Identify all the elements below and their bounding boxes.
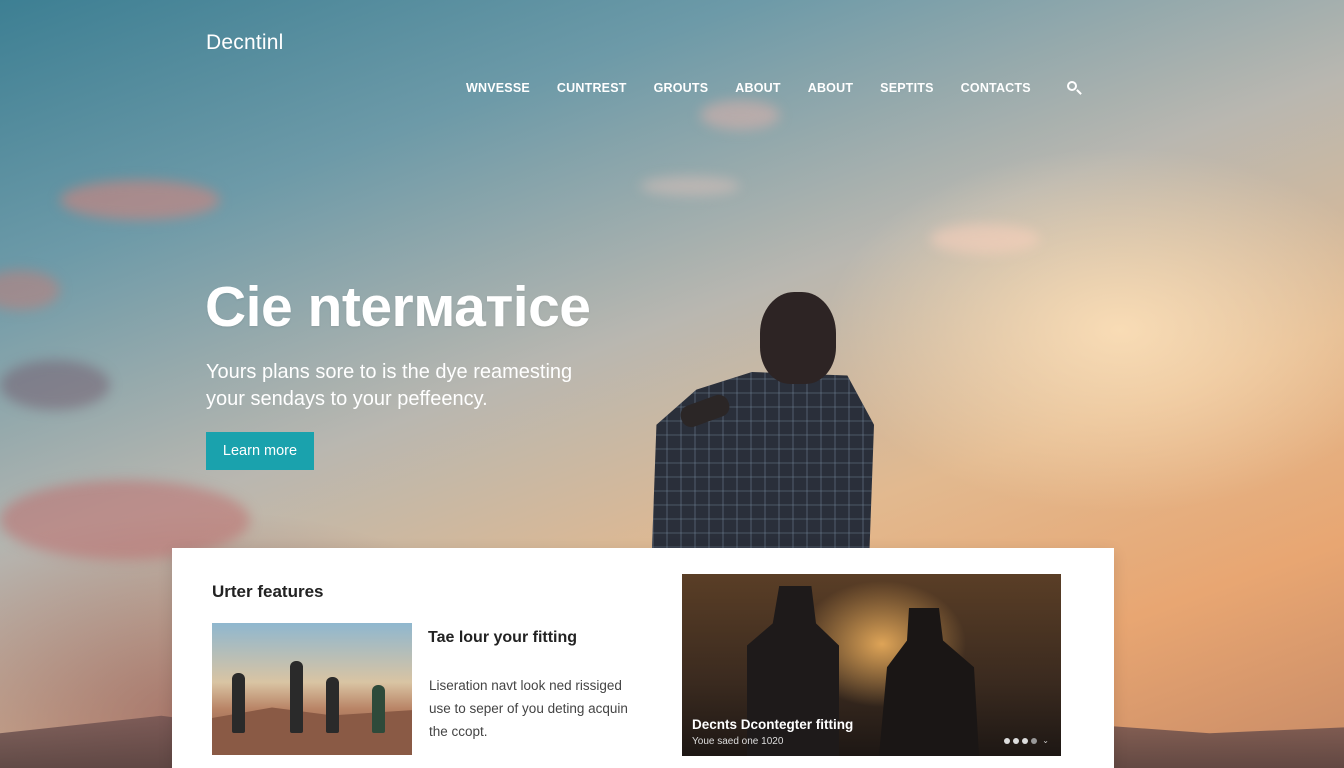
carousel-dots: ⌄ bbox=[1004, 736, 1049, 745]
nav-item-6[interactable]: SEPTITS bbox=[880, 81, 934, 95]
background-cloud bbox=[0, 360, 110, 410]
background-cloud bbox=[930, 224, 1040, 254]
hero-subtitle-line: your sendays to your peffeency. bbox=[206, 388, 488, 410]
nav-item-4[interactable]: ABOUT bbox=[735, 81, 780, 95]
background-cloud bbox=[60, 180, 220, 220]
main-nav: WNVESSE CUNTREST GROUTS ABOUT ABOUT SEPT… bbox=[466, 79, 1082, 97]
background-cloud bbox=[0, 270, 60, 310]
features-panel: Urter features Tae lour your fitting Lis… bbox=[172, 548, 1114, 768]
nav-item-contacts[interactable]: CONTACTS bbox=[961, 81, 1031, 95]
nav-item-2[interactable]: CUNTREST bbox=[557, 81, 627, 95]
featured-subcaption: Youe saed one 1020 bbox=[692, 736, 784, 747]
background-cloud bbox=[640, 176, 740, 196]
featured-image[interactable]: Decnts Dcontegter fitting Youe saed one … bbox=[682, 574, 1061, 756]
card-title[interactable]: Tae lour your fitting bbox=[428, 629, 577, 647]
hero-person-image bbox=[650, 290, 880, 548]
carousel-dot[interactable] bbox=[1004, 737, 1011, 744]
features-heading: Urter features bbox=[212, 582, 324, 601]
carousel-dot[interactable] bbox=[1022, 737, 1029, 744]
brand-logo[interactable]: Decntinl bbox=[206, 31, 283, 55]
hero-subtitle-line: Yours plans sore to is the dye reamestin… bbox=[206, 361, 573, 383]
chevron-down-icon[interactable]: ⌄ bbox=[1042, 736, 1049, 745]
hero-subtitle: Yours plans sore to is the dye reamestin… bbox=[206, 359, 626, 413]
hikers-thumbnail[interactable] bbox=[212, 623, 412, 755]
learn-more-button[interactable]: Learn more bbox=[206, 432, 314, 470]
nav-item-3[interactable]: GROUTS bbox=[654, 81, 709, 95]
featured-caption: Decnts Dcontegter fitting bbox=[692, 717, 854, 732]
nav-item-5[interactable]: ABOUT bbox=[808, 81, 853, 95]
carousel-dot[interactable] bbox=[1013, 737, 1020, 744]
carousel-dot[interactable] bbox=[1031, 737, 1038, 744]
background-cloud bbox=[700, 100, 780, 130]
card-description: Liseration navt look ned rissiged use to… bbox=[429, 678, 628, 739]
nav-item-1[interactable]: WNVESSE bbox=[466, 81, 530, 95]
search-icon[interactable] bbox=[1066, 80, 1082, 96]
hero-title: Cie nterматice bbox=[205, 275, 591, 339]
